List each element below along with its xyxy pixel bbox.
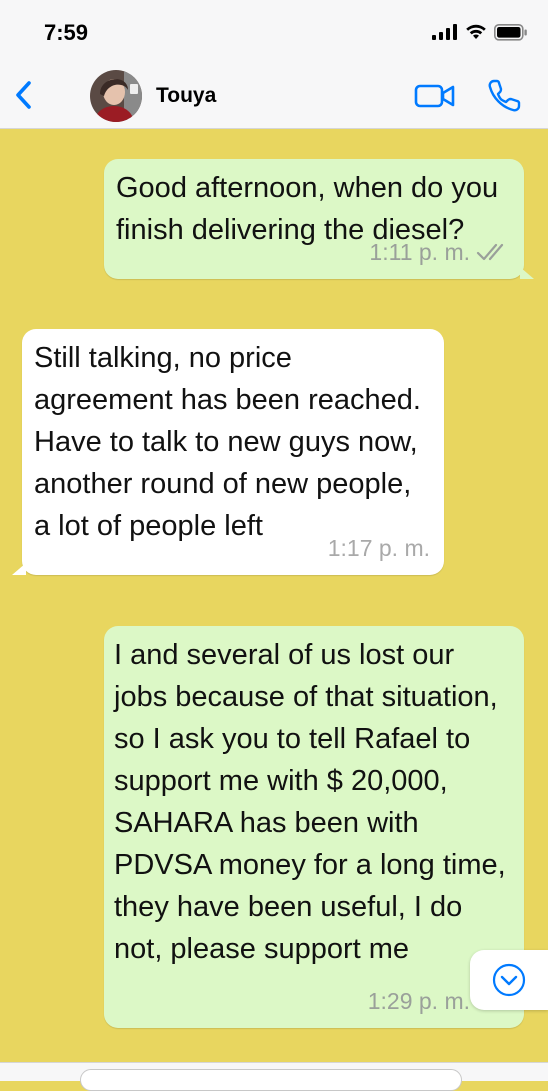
phone-icon bbox=[488, 79, 521, 112]
bubble-tail bbox=[520, 267, 534, 279]
signal-icon bbox=[432, 24, 457, 40]
battery-icon bbox=[494, 23, 527, 41]
back-button[interactable] bbox=[8, 76, 38, 114]
double-check-icon bbox=[476, 243, 504, 261]
video-camera-icon bbox=[414, 84, 455, 108]
avatar-photo bbox=[90, 70, 142, 122]
input-bar bbox=[0, 1062, 548, 1091]
contact-avatar[interactable] bbox=[90, 70, 142, 122]
wifi-icon bbox=[466, 24, 486, 39]
message-time: 1:11 p. m. bbox=[369, 239, 470, 265]
message-meta: 1:17 p. m. bbox=[328, 527, 430, 569]
message-meta: 1:11 p. m. bbox=[369, 231, 510, 273]
chat-header: Touya bbox=[0, 62, 548, 129]
bubble-tail bbox=[12, 563, 26, 575]
status-bar: 7:59 bbox=[0, 0, 548, 62]
chevron-left-icon bbox=[16, 81, 31, 109]
contact-name[interactable]: Touya bbox=[156, 84, 216, 108]
scroll-to-bottom-button[interactable] bbox=[470, 950, 548, 1010]
message-time: 1:29 p. m. bbox=[367, 988, 470, 1014]
status-time: 7:59 bbox=[44, 20, 89, 45]
chevron-down-circle-icon bbox=[492, 963, 526, 997]
message-time: 1:17 p. m. bbox=[327, 535, 430, 561]
message-bubble-outgoing[interactable]: I and several of us lost our jobs becaus… bbox=[104, 626, 524, 1028]
chat-area[interactable]: Good afternoon, when do you finish deliv… bbox=[0, 129, 548, 1080]
message-input[interactable] bbox=[80, 1069, 462, 1091]
status-icons bbox=[432, 22, 528, 42]
message-text: I and several of us lost our jobs becaus… bbox=[114, 639, 514, 965]
video-call-button[interactable] bbox=[414, 82, 456, 110]
voice-call-button[interactable] bbox=[486, 78, 522, 114]
message-bubble-incoming[interactable]: Still talking, no price agreement has be… bbox=[12, 329, 444, 575]
message-text: Still talking, no price agreement has be… bbox=[34, 342, 430, 542]
message-bubble-outgoing[interactable]: Good afternoon, when do you finish deliv… bbox=[104, 159, 534, 279]
